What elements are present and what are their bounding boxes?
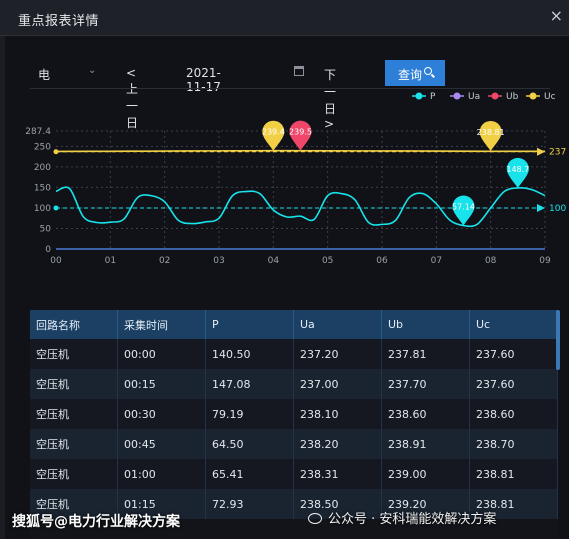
cell-ub: 237.70 xyxy=(381,369,470,399)
cell-p: 147.08 xyxy=(205,369,294,399)
x-tick-label: 06 xyxy=(376,256,388,266)
cell-circuit: 空压机 xyxy=(30,339,118,369)
legend-label-P: P xyxy=(430,92,436,102)
cell-time: 00:45 xyxy=(117,429,206,459)
table-row[interactable]: 空压机 00:30 79.19 238.10 238.60 238.60 xyxy=(30,399,558,429)
cell-p: 64.50 xyxy=(205,429,294,459)
cell-ub: 237.81 xyxy=(381,339,470,369)
legend-label-Uc: Uc xyxy=(544,92,556,102)
cell-ub: 239.00 xyxy=(381,459,470,489)
y-tick-label: 100 xyxy=(34,204,51,214)
column-header-time[interactable]: 采集时间 xyxy=(117,310,206,339)
legend-marker-P xyxy=(415,92,423,100)
x-tick-label: 05 xyxy=(322,256,333,266)
cell-ua: 237.00 xyxy=(293,369,382,399)
cell-uc: 238.81 xyxy=(469,459,558,489)
cell-circuit: 空压机 xyxy=(30,399,118,429)
x-tick-label: 09 xyxy=(539,256,551,266)
line-chart: 0 50 100 150 200 250 287.4 00 01 02 03 04 05 06 07 08 09… xyxy=(25,92,566,266)
y-tick-label: 200 xyxy=(34,163,51,173)
cell-ua: 238.31 xyxy=(293,459,382,489)
cell-ub: 238.91 xyxy=(381,429,470,459)
wechat-icon xyxy=(308,513,322,524)
x-tick-label: 07 xyxy=(431,256,442,266)
markpoint-label: 239.4 xyxy=(262,128,285,137)
cell-ua: 238.20 xyxy=(293,429,382,459)
cell-p: 72.93 xyxy=(205,489,294,519)
table-row[interactable]: 空压机 00:00 140.50 237.20 237.81 237.60 xyxy=(30,339,558,369)
markpoint-label: 57.14 xyxy=(452,203,475,212)
cell-uc: 238.60 xyxy=(469,399,558,429)
cell-ub: 238.60 xyxy=(381,399,470,429)
cell-time: 01:00 xyxy=(117,459,206,489)
legend-marker-Ub xyxy=(491,92,499,100)
x-tick-label: 03 xyxy=(213,256,224,266)
watermark-right-text: 公众号 · 安科瑞能效解决方案 xyxy=(328,512,497,527)
cell-p: 65.41 xyxy=(205,459,294,489)
column-header-ub[interactable]: Ub xyxy=(381,310,470,339)
table-header-row: 回路名称 采集时间 P Ua Ub Uc xyxy=(30,310,558,339)
cell-time: 00:15 xyxy=(117,369,206,399)
x-tick-label: 08 xyxy=(485,256,497,266)
cell-uc: 238.70 xyxy=(469,429,558,459)
x-tick-label: 02 xyxy=(159,256,170,266)
legend-marker-Ua xyxy=(453,92,461,100)
legend-label-Ub: Ub xyxy=(506,92,519,102)
markpoint-label: 239.5 xyxy=(289,128,312,137)
table-row[interactable]: 空压机 01:00 65.41 238.31 239.00 238.81 xyxy=(30,459,558,489)
cell-ua: 238.10 xyxy=(293,399,382,429)
legend-marker-Uc xyxy=(529,92,537,100)
cell-time: 00:30 xyxy=(117,399,206,429)
legend-label-Ua: Ua xyxy=(468,92,480,102)
table-row[interactable]: 空压机 00:15 147.08 237.00 237.70 237.60 xyxy=(30,369,558,399)
data-table: 回路名称 采集时间 P Ua Ub Uc 空压机 00:00 140.50 23… xyxy=(30,310,558,519)
data-table-container: 回路名称 采集时间 P Ua Ub Uc 空压机 00:00 140.50 23… xyxy=(30,310,558,539)
x-tick-label: 00 xyxy=(50,256,62,266)
series-line-Uc xyxy=(55,149,546,153)
cell-uc: 237.60 xyxy=(469,339,558,369)
markline-label: 237 xyxy=(549,148,566,158)
watermark-left: 搜狐号@电力行业解决方案 xyxy=(12,514,180,530)
cell-p: 79.19 xyxy=(205,399,294,429)
table-scrollbar[interactable] xyxy=(556,310,560,370)
watermark-right: 公众号 · 安科瑞能效解决方案 xyxy=(308,508,496,527)
y-tick-label: 287.4 xyxy=(25,127,51,137)
cell-circuit: 空压机 xyxy=(30,459,118,489)
markline-label: 100 xyxy=(549,204,566,214)
markline-arrow xyxy=(537,203,545,212)
markpoint-label: 238.81 xyxy=(477,128,505,137)
cell-circuit: 空压机 xyxy=(30,429,118,459)
column-header-uc[interactable]: Uc xyxy=(469,310,558,339)
cell-p: 140.50 xyxy=(205,339,294,369)
y-tick-label: 50 xyxy=(40,224,52,234)
column-header-p[interactable]: P xyxy=(205,310,294,339)
cell-time: 00:00 xyxy=(117,339,206,369)
table-row[interactable]: 空压机 00:45 64.50 238.20 238.91 238.70 xyxy=(30,429,558,459)
cell-circuit: 空压机 xyxy=(30,369,118,399)
y-tick-label: 0 xyxy=(45,245,51,255)
cell-uc: 237.60 xyxy=(469,369,558,399)
x-tick-label: 04 xyxy=(268,256,280,266)
markpoint-label: 148.7 xyxy=(506,165,529,174)
cell-ua: 237.20 xyxy=(293,339,382,369)
y-tick-label: 250 xyxy=(34,142,51,152)
x-tick-label: 01 xyxy=(105,256,116,266)
column-header-ua[interactable]: Ua xyxy=(293,310,382,339)
y-tick-label: 150 xyxy=(34,183,51,193)
markline-start-dot xyxy=(53,205,59,211)
column-header-circuit[interactable]: 回路名称 xyxy=(30,310,118,339)
